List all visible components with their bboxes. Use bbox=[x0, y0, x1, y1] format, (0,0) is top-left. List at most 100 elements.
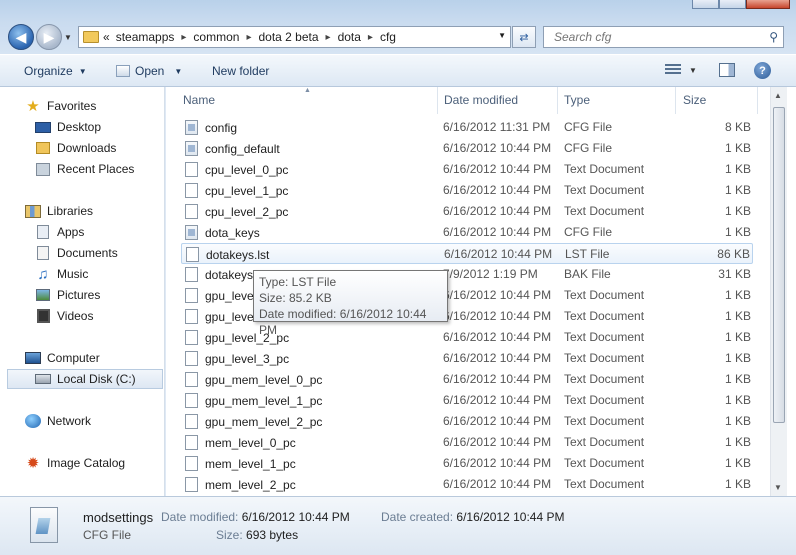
nav-local-disk[interactable]: Local Disk (C:) bbox=[7, 369, 163, 389]
preview-pane-icon[interactable] bbox=[719, 63, 735, 77]
folder-icon bbox=[83, 31, 99, 43]
cfg-file-icon bbox=[185, 120, 198, 135]
column-header-size[interactable]: Size bbox=[683, 93, 706, 107]
breadcrumb-item-dota[interactable]: dota bbox=[338, 30, 361, 44]
details-created-label: Date created: bbox=[381, 510, 454, 524]
file-name-cell: dotakeys bbox=[185, 267, 253, 282]
file-name: config bbox=[205, 120, 238, 135]
chevron-down-icon[interactable]: ▼ bbox=[498, 31, 506, 40]
file-name-cell: dota_keys bbox=[185, 225, 260, 240]
vertical-scrollbar[interactable]: ▲ ▼ bbox=[770, 87, 787, 496]
breadcrumb-item-steamapps[interactable]: steamapps bbox=[116, 30, 175, 44]
nav-downloads[interactable]: Downloads bbox=[0, 138, 164, 158]
chevron-right-icon[interactable]: ▸ bbox=[326, 32, 331, 43]
file-name: cpu_level_0_pc bbox=[205, 162, 289, 177]
organize-button[interactable]: Organize ▼ bbox=[24, 64, 87, 78]
scroll-up-icon[interactable]: ▲ bbox=[774, 91, 782, 100]
scrollbar-thumb[interactable] bbox=[773, 107, 785, 423]
chevron-right-icon[interactable]: ▸ bbox=[181, 32, 186, 43]
file-icon bbox=[185, 267, 198, 282]
nav-music[interactable]: ♫ Music bbox=[0, 264, 164, 284]
nav-apps[interactable]: Apps bbox=[0, 222, 164, 242]
table-row[interactable]: cpu_level_0_pc 6/16/2012 10:44 PM Text Doc… bbox=[181, 159, 753, 180]
music-icon: ♫ bbox=[37, 265, 49, 283]
file-size: 1 KB bbox=[724, 183, 751, 197]
table-row[interactable]: gpu_level_3_pc 6/16/2012 10:44 PM Text Doc… bbox=[181, 348, 753, 369]
file-type: BAK File bbox=[564, 267, 611, 281]
chevron-down-icon[interactable]: ▼ bbox=[174, 67, 182, 76]
table-row[interactable]: dotakeys.lst 6/16/2012 10:44 PM LST File 86… bbox=[181, 243, 753, 264]
column-header-type[interactable]: Type bbox=[564, 93, 590, 107]
recent-pages-dropdown[interactable]: ▼ bbox=[64, 33, 72, 42]
maximize-button[interactable] bbox=[719, 0, 746, 9]
nav-videos[interactable]: Videos bbox=[0, 306, 164, 326]
breadcrumb-item-dota-2-beta[interactable]: dota 2 beta bbox=[258, 30, 318, 44]
breadcrumb-item-cfg[interactable]: cfg bbox=[380, 30, 396, 44]
pictures-icon bbox=[35, 288, 51, 302]
column-header-date-modified[interactable]: Date modified bbox=[444, 93, 518, 107]
chevron-right-icon[interactable]: ▸ bbox=[368, 32, 373, 43]
table-row[interactable]: mem_level_1_pc 6/16/2012 10:44 PM Text Doc… bbox=[181, 453, 753, 474]
nav-computer[interactable]: Computer bbox=[0, 348, 164, 368]
nav-image-catalog[interactable]: ✹ Image Catalog bbox=[0, 453, 164, 473]
minimize-button[interactable] bbox=[692, 0, 719, 9]
file-size: 1 KB bbox=[724, 225, 751, 239]
nav-pictures[interactable]: Pictures bbox=[0, 285, 164, 305]
breadcrumb-item-common[interactable]: common bbox=[193, 30, 239, 44]
chevron-right-icon[interactable]: ▸ bbox=[246, 32, 251, 43]
file-date-modified: 6/16/2012 10:44 PM bbox=[443, 351, 552, 365]
file-date-modified: 6/16/2012 10:44 PM bbox=[443, 435, 552, 449]
table-row[interactable]: gpu_mem_level_0_pc 6/16/2012 10:44 PM Text… bbox=[181, 369, 753, 390]
file-name-cell: gpu_level bbox=[185, 288, 256, 303]
nav-documents[interactable]: Documents bbox=[0, 243, 164, 263]
nav-recent-places[interactable]: Recent Places bbox=[0, 159, 164, 179]
details-size-value: 693 bytes bbox=[246, 528, 299, 542]
open-label: Open bbox=[135, 64, 165, 78]
desktop-icon bbox=[35, 120, 51, 134]
search-input[interactable] bbox=[552, 29, 752, 45]
help-icon[interactable]: ? bbox=[754, 62, 771, 79]
file-size: 31 KB bbox=[718, 267, 751, 281]
table-row[interactable]: config_default 6/16/2012 10:44 PM CFG File… bbox=[181, 138, 753, 159]
table-row[interactable]: mem_level_0_pc 6/16/2012 10:44 PM Text Doc… bbox=[181, 432, 753, 453]
new-folder-button[interactable]: New folder bbox=[212, 64, 269, 78]
file-name: dota_keys bbox=[205, 225, 260, 240]
file-name: cpu_level_1_pc bbox=[205, 183, 289, 198]
address-overflow[interactable]: « bbox=[103, 30, 110, 44]
nav-favorites[interactable]: ★ Favorites bbox=[0, 96, 164, 116]
table-row[interactable]: cpu_level_1_pc 6/16/2012 10:44 PM Text Doc… bbox=[181, 180, 753, 201]
cfg-file-icon bbox=[30, 507, 58, 543]
text-file-icon bbox=[185, 372, 198, 387]
address-bar[interactable]: « steamapps ▸ common ▸ dota 2 beta ▸ dota ▸ … bbox=[78, 26, 511, 48]
file-type: Text Document bbox=[564, 351, 645, 365]
refresh-button[interactable]: ⇄ bbox=[512, 26, 536, 48]
organize-label: Organize bbox=[24, 64, 73, 78]
file-type: Text Document bbox=[564, 435, 645, 449]
back-button[interactable]: ◀ bbox=[8, 24, 34, 50]
file-date-modified: 6/16/2012 10:44 PM bbox=[443, 456, 552, 470]
nav-computer-label: Computer bbox=[47, 351, 100, 365]
nav-network[interactable]: Network bbox=[0, 411, 164, 431]
scroll-down-icon[interactable]: ▼ bbox=[774, 483, 782, 492]
tooltip-size: Size: 85.2 KB bbox=[259, 291, 332, 305]
nav-desktop[interactable]: Desktop bbox=[0, 117, 164, 137]
close-button[interactable] bbox=[746, 0, 790, 9]
chevron-down-icon[interactable]: ▼ bbox=[689, 66, 697, 75]
table-row[interactable]: cpu_level_2_pc 6/16/2012 10:44 PM Text Doc… bbox=[181, 201, 753, 222]
file-name-cell: dotakeys.lst bbox=[186, 247, 269, 262]
chevron-down-icon: ▼ bbox=[78, 66, 87, 76]
table-row[interactable]: gpu_mem_level_2_pc 6/16/2012 10:44 PM Text… bbox=[181, 411, 753, 432]
table-row[interactable]: mem_level_2_pc 6/16/2012 10:44 PM Text Doc… bbox=[181, 474, 753, 495]
star-icon: ★ bbox=[26, 98, 40, 115]
table-row[interactable]: config 6/16/2012 11:31 PM CFG File 8 KB bbox=[181, 117, 753, 138]
nav-libraries[interactable]: Libraries bbox=[0, 201, 164, 221]
table-row[interactable]: gpu_mem_level_1_pc 6/16/2012 10:44 PM Text… bbox=[181, 390, 753, 411]
open-button[interactable]: Open ▼ bbox=[116, 64, 182, 78]
file-name-cell: cpu_level_1_pc bbox=[185, 183, 288, 198]
column-header-name[interactable]: Name bbox=[183, 93, 215, 107]
table-row[interactable]: dota_keys 6/16/2012 10:44 PM CFG File 1 KB bbox=[181, 222, 753, 243]
view-options-icon[interactable] bbox=[665, 64, 681, 76]
forward-button[interactable]: ▶ bbox=[36, 24, 62, 50]
search-box[interactable]: ⚲ bbox=[543, 26, 784, 48]
search-icon[interactable]: ⚲ bbox=[769, 30, 778, 44]
